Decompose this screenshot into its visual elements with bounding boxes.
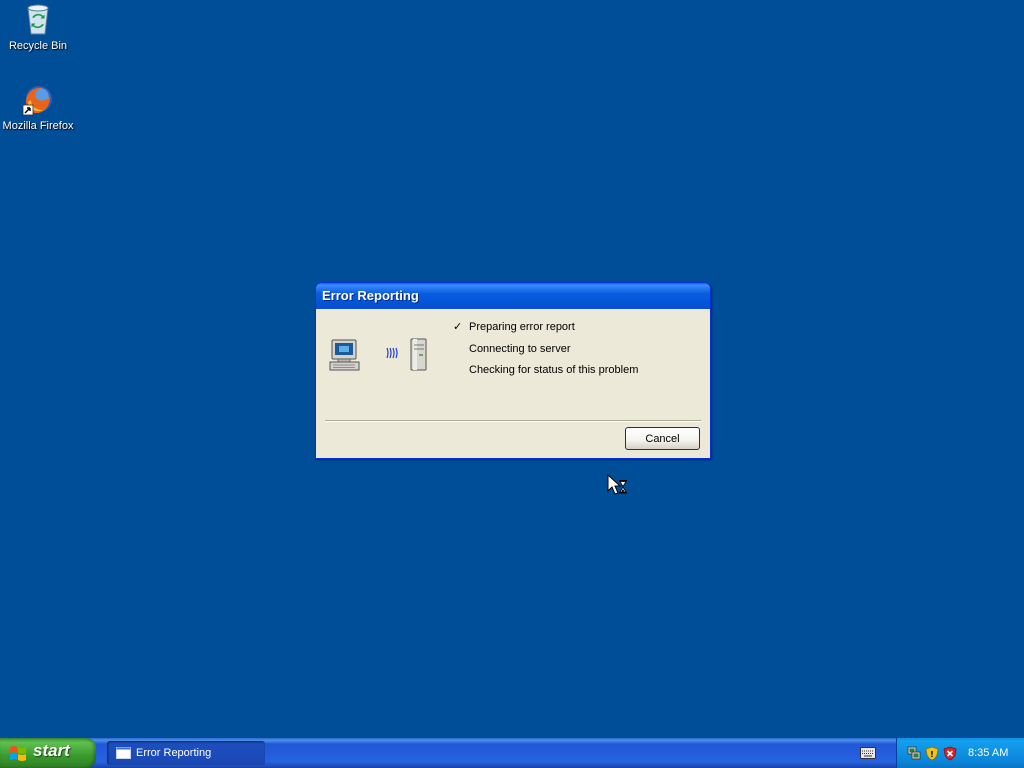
desktop-icon-firefox[interactable]: Mozilla Firefox [0,84,76,132]
dialog-title: Error Reporting [322,288,419,303]
dialog-body: ✓ Preparing error report Connecting to s… [319,310,707,455]
system-tray: ! 8:35 AM [896,738,1024,768]
taskbar: start Error Reporting ! 8:35 AM [0,738,1024,768]
security-alert-icon[interactable] [943,746,957,761]
status-step-label: Preparing error report [469,321,575,333]
status-step-list: ✓ Preparing error report Connecting to s… [453,321,638,386]
taskbar-item-error-reporting[interactable]: Error Reporting [107,741,265,765]
windows-logo-icon [10,746,26,761]
connection-illustration [329,338,427,371]
start-button[interactable]: start [0,738,96,768]
desktop-icon-recycle-bin[interactable]: Recycle Bin [0,2,76,52]
status-step-label: Checking for status of this problem [469,364,639,376]
server-icon [410,338,427,371]
dialog-titlebar[interactable]: Error Reporting [316,283,710,309]
network-icon[interactable] [907,746,921,760]
desktop: Recycle Bin Mozilla Firefox Error Report… [0,0,1024,738]
taskbar-item-label: Error Reporting [136,747,212,759]
dialog-divider [325,420,701,422]
tray-clock[interactable]: 8:35 AM [968,738,1008,768]
status-step: ✓ Preparing error report [453,321,638,343]
computer-icon [329,339,360,371]
keyboard-icon[interactable] [860,747,876,759]
status-step: Connecting to server [453,343,638,365]
busy-arrow-cursor-icon [607,474,627,495]
desktop-icon-label: Recycle Bin [8,40,68,52]
recycle-bin-icon [27,4,49,35]
window-icon [116,747,131,759]
start-label: start [33,741,70,760]
status-step-label: Connecting to server [469,342,571,355]
cancel-button[interactable]: Cancel [625,427,700,450]
security-shield-icon[interactable]: ! [925,746,939,761]
firefox-icon [22,86,52,116]
checkmark-icon: ✓ [453,321,463,333]
transmission-waves-icon [386,347,398,359]
desktop-icon-label: Mozilla Firefox [2,120,74,132]
status-step: Checking for status of this problem [453,364,638,386]
svg-text:!: ! [930,750,934,759]
error-reporting-dialog: Error Reporting ✓ Preparing error report… [315,282,711,459]
